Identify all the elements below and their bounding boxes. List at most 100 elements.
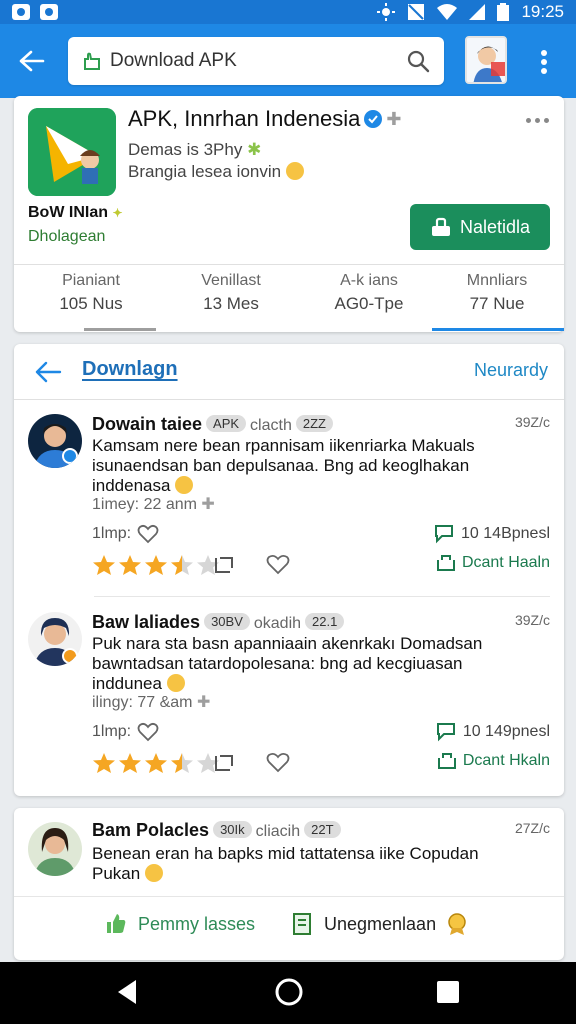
comment-icon [436,723,455,742]
star-icon [93,555,115,575]
wifi-icon [437,4,458,20]
star-icon [145,555,167,575]
install-button[interactable]: Naletidla [410,204,550,250]
app-title-text: APK, Innrhan Indenesia [128,106,361,131]
heart-icon[interactable] [266,554,290,576]
review-helpful[interactable]: 10 149pnesl [435,722,550,742]
star-icon [145,753,167,773]
notification-icon [40,4,58,20]
thumbs-up-icon [107,914,126,933]
reviews-title[interactable]: Downlagn [82,358,178,381]
star-icon [119,753,141,773]
app-more-button[interactable] [526,118,549,123]
puzzle-icon: ✚ [201,496,215,513]
divider [14,896,564,897]
divider [14,264,564,265]
stat-tab-0[interactable]: Pianiant 105 Nus [26,272,156,314]
user-avatar[interactable] [465,36,507,84]
status-bar: 19:25 [0,0,576,24]
arrow-left-icon[interactable] [34,360,62,384]
sparkle-icon: ✦ [112,206,123,220]
stat-tab-1[interactable]: Venillast 13 Mes [166,272,296,314]
review-meta: cliacih [255,823,301,840]
app-title: APK, Innrhan Indenesia ✚ [128,106,401,132]
stat-tab-3[interactable]: Mnnliars 77 Nue [432,272,562,314]
heart-icon[interactable] [266,752,290,774]
emoji-icon [285,162,304,180]
home-nav-icon[interactable] [274,977,304,1007]
battery-icon [497,3,510,21]
reply-button[interactable]: Dcant Haaln [436,554,550,572]
review-text: Benean eran ha bapks mid tattatensa iike… [92,844,479,883]
reviews-card: Downlagn Neurardy Dowain taiee APK clacth 2… [14,344,564,796]
app-category: Brangia lesea ionvin [128,162,304,182]
star-icon [119,555,141,575]
reviewer-name[interactable]: Bam Polacles 30Ik cliacih 22T [92,820,341,841]
review-text: Kamsam nere bean rpannisam iikenriarka M… [92,436,475,495]
review-count-badge: 22.1 [305,613,345,630]
app-icon [28,108,116,196]
reviewer-avatar[interactable] [28,414,82,468]
install-label: Naletidla [459,216,531,237]
review-time: 1imey: 22 anm ✚ [92,496,215,513]
android-icon [84,52,100,70]
reviewer-avatar[interactable] [28,822,82,876]
action-button-document[interactable]: Unegmenlaan [292,912,468,936]
reply-button[interactable]: Dcant Hkaln [437,752,550,770]
review-date: 39Z/c [514,612,550,628]
puzzle-icon: ✚ [196,694,211,711]
search-icon[interactable] [406,49,430,73]
review-meta: okadih [253,615,302,632]
sort-button[interactable]: Neurardy [474,360,548,381]
verified-icon [364,110,383,128]
recents-nav-icon[interactable] [436,980,460,1004]
rating-stars [92,554,220,576]
overflow-menu-button[interactable] [532,46,556,78]
tab-indicator [84,328,156,331]
reply-icon[interactable] [212,752,236,774]
app-developer[interactable]: Demas is 3Phy ✱ [128,140,261,160]
stat-tab-2[interactable]: A-k ians AG0-Tpe [304,272,434,314]
install-icon [431,217,450,236]
search-input[interactable]: Download APK [68,37,444,85]
reviewer-avatar[interactable] [28,612,82,666]
no-signal-icon [408,4,425,20]
emoji-icon [166,674,185,692]
tab-indicator-active [432,328,564,331]
comment-icon [435,525,454,544]
action-button-like[interactable]: Pemmy lasses [104,912,255,936]
reviewer-badge: APK [206,415,247,432]
reviews-header: Downlagn Neurardy [14,344,564,400]
navigation-bar [0,962,576,1024]
rating-stars [92,752,220,774]
signal-icon [469,4,486,20]
reviewer-badge: 30Ik [213,821,252,838]
back-nav-icon[interactable] [116,978,140,1006]
reviewer-badge: 30BV [204,613,250,630]
app-info-card: APK, Innrhan Indenesia ✚ Demas is 3Phy ✱… [14,96,564,332]
review-like-row: 1lmp: [92,722,159,742]
review-like-row: 1lmp: [92,524,159,544]
review-card: Bam Polacles 30Ik cliacih 22T 27Z/c Benean … [14,808,564,960]
review-date: 27Z/c [514,820,550,836]
award-icon [448,913,466,935]
back-button[interactable] [0,24,64,98]
emoji-icon [175,476,194,494]
review-item: Baw laliades 30BV okadih 22.1 39Z/c Puk nar… [14,600,564,796]
reply-icon[interactable] [212,554,236,576]
review-count-badge: 22T [304,821,341,838]
review-date: 39Z/c [514,414,550,430]
heart-icon[interactable] [137,524,159,544]
reviewer-name[interactable]: Baw laliades 30BV okadih 22.1 [92,612,345,633]
review-item: Dowain taiee APK clacth 2ZZ 39Z/c Kamsam ne… [14,400,564,596]
notification-icon [12,4,30,20]
leaf-icon: ✱ [247,140,262,159]
divider [94,596,550,597]
share-icon [436,555,455,571]
review-helpful[interactable]: 10 14Bpnesl [433,524,550,544]
reviewer-name[interactable]: Dowain taiee APK clacth 2ZZ [92,414,333,435]
search-value: Download APK [110,50,237,71]
puzzle-icon: ✚ [386,108,402,129]
document-icon [293,913,311,935]
heart-icon[interactable] [137,722,159,742]
